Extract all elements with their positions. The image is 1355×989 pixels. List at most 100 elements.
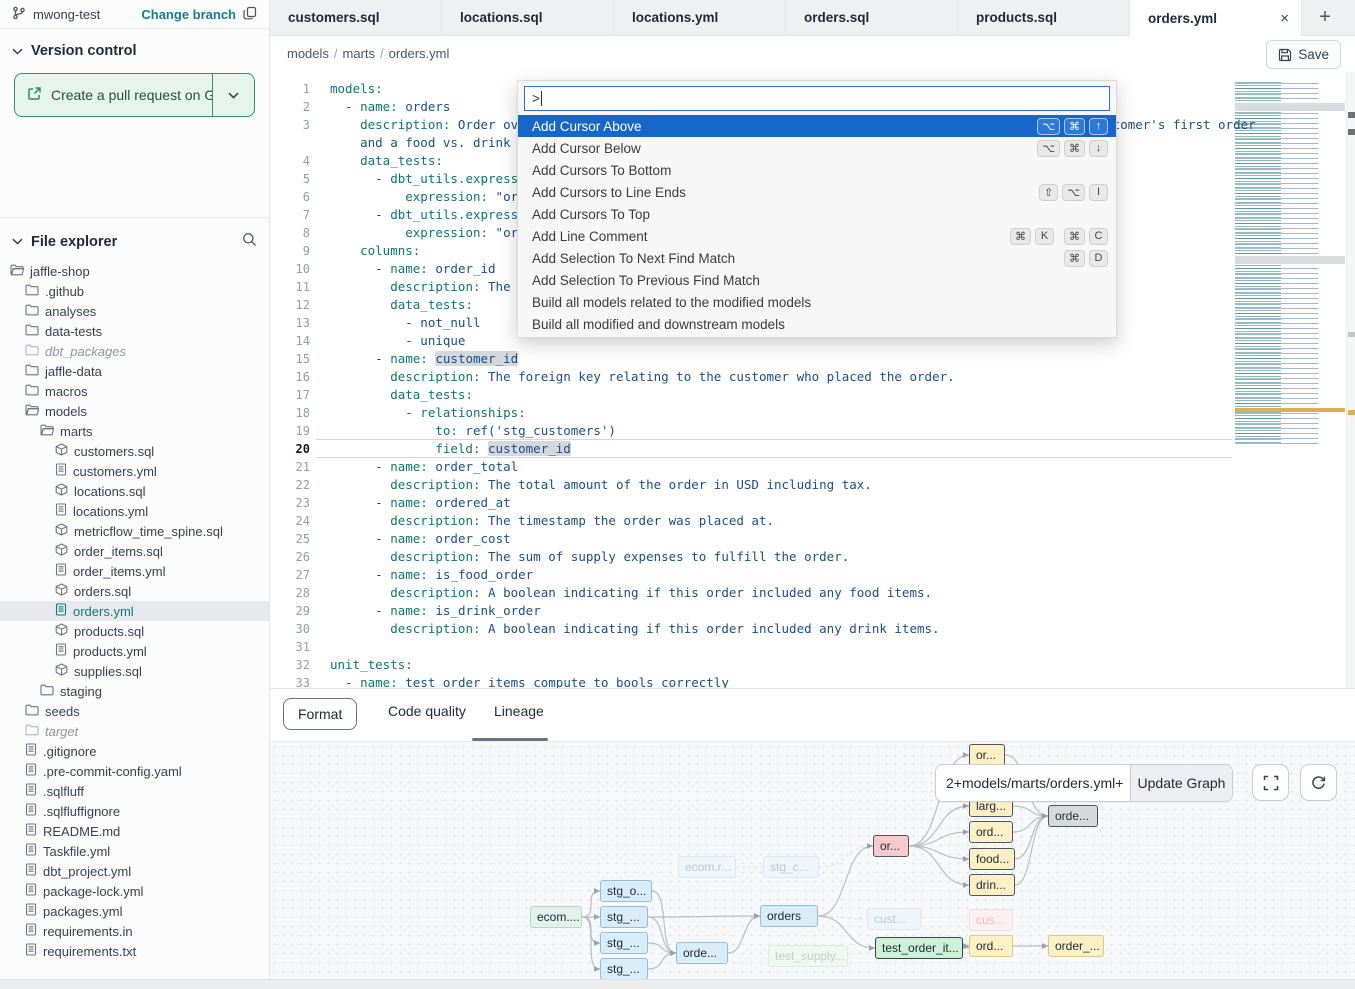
- tree-item-target[interactable]: target: [0, 721, 269, 741]
- palette-item-add-cursor-above[interactable]: Add Cursor Above⌥⌘↑: [518, 115, 1116, 137]
- lineage-canvas[interactable]: ecom....stg_o...stg_...stg_...stg_...ord…: [270, 741, 1355, 980]
- line-number: 33: [270, 674, 310, 688]
- tree-item-metricflow-time-spine-sql[interactable]: metricflow_time_spine.sql: [0, 521, 269, 541]
- tree-item-package-lock-yml[interactable]: package-lock.yml: [0, 881, 269, 901]
- tree-item-seeds[interactable]: seeds: [0, 701, 269, 721]
- change-branch-link[interactable]: Change branch: [141, 7, 236, 22]
- lineage-node-or-[interactable]: or...: [969, 744, 1005, 766]
- minimap[interactable]: [1235, 82, 1345, 444]
- new-tab-button[interactable]: +: [1302, 0, 1348, 35]
- tree-item-macros[interactable]: macros: [0, 381, 269, 401]
- lineage-node-or-[interactable]: or...: [873, 835, 909, 857]
- search-icon[interactable]: [242, 232, 257, 251]
- pr-dropdown-toggle[interactable]: [212, 74, 254, 116]
- tree-item-products-yml[interactable]: products.yml: [0, 641, 269, 661]
- lineage-node-cust-[interactable]: cust...: [867, 908, 921, 930]
- tree-item-data-tests[interactable]: data-tests: [0, 321, 269, 341]
- lineage-node-stg-[interactable]: stg_...: [600, 958, 648, 980]
- tree-item-jaffle-data[interactable]: jaffle-data: [0, 361, 269, 381]
- tab-products-sql[interactable]: products.sql: [958, 0, 1130, 35]
- tab-code-quality[interactable]: Code quality: [388, 703, 466, 719]
- tree-item--github[interactable]: .github: [0, 281, 269, 301]
- tree-item-order-items-sql[interactable]: order_items.sql: [0, 541, 269, 561]
- line-content: - name: is_food_order: [330, 566, 533, 584]
- palette-item-add-cursor-below[interactable]: Add Cursor Below⌥⌘↓: [518, 137, 1116, 159]
- palette-item-add-cursors-to-top[interactable]: Add Cursors To Top: [518, 203, 1116, 225]
- lineage-node-ecom-[interactable]: ecom....: [530, 906, 582, 928]
- lineage-selector-input[interactable]: 2+models/marts/orders.yml+: [936, 765, 1130, 801]
- command-palette-input[interactable]: >: [524, 86, 1110, 111]
- lineage-node-food-[interactable]: food...: [969, 848, 1015, 870]
- file-explorer-header[interactable]: File explorer: [0, 218, 269, 261]
- lineage-node-test-supply-[interactable]: test_supply...: [768, 945, 848, 967]
- horizontal-scrollbar[interactable]: [0, 979, 1355, 989]
- tree-item-packages-yml[interactable]: packages.yml: [0, 901, 269, 921]
- tree-item-orders-sql[interactable]: orders.sql: [0, 581, 269, 601]
- tree-item-supplies-sql[interactable]: supplies.sql: [0, 661, 269, 681]
- lineage-node-drin-[interactable]: drin...: [969, 874, 1015, 896]
- tab-locations-sql[interactable]: locations.sql: [442, 0, 614, 35]
- lineage-node-test-order-it-[interactable]: test_order_it...: [875, 937, 963, 959]
- tree-item--gitignore[interactable]: .gitignore: [0, 741, 269, 761]
- refresh-button[interactable]: [1300, 764, 1337, 801]
- breadcrumb-models[interactable]: models: [287, 46, 329, 61]
- tree-item-requirements-in[interactable]: requirements.in: [0, 921, 269, 941]
- lineage-node-stg-[interactable]: stg_...: [600, 932, 648, 954]
- update-graph-button[interactable]: Update Graph: [1130, 765, 1232, 801]
- palette-item-add-cursors-to-bottom[interactable]: Add Cursors To Bottom: [518, 159, 1116, 181]
- tree-item--sqlfluff[interactable]: .sqlfluff: [0, 781, 269, 801]
- tab-lineage[interactable]: Lineage: [494, 703, 544, 719]
- lineage-node-stg-[interactable]: stg_...: [600, 906, 648, 928]
- tree-item-staging[interactable]: staging: [0, 681, 269, 701]
- tree-item-models[interactable]: models: [0, 401, 269, 421]
- line-number: 30: [270, 620, 310, 638]
- tree-item-customers-sql[interactable]: customers.sql: [0, 441, 269, 461]
- tree-item-dbt-project-yml[interactable]: dbt_project.yml: [0, 861, 269, 881]
- tree-item-marts[interactable]: marts: [0, 421, 269, 441]
- lineage-node-order-[interactable]: order_...: [1048, 935, 1104, 957]
- tree-item-products-sql[interactable]: products.sql: [0, 621, 269, 641]
- palette-item-build-all-modified-and-downstream-models[interactable]: Build all modified and downstream models: [518, 313, 1116, 335]
- tree-item-locations-sql[interactable]: locations.sql: [0, 481, 269, 501]
- lineage-node-stg-c-[interactable]: stg_c...: [763, 856, 819, 878]
- tree-item-jaffle-shop[interactable]: jaffle-shop: [0, 261, 269, 281]
- version-control-header[interactable]: Version control: [0, 29, 269, 69]
- tree-item--sqlfluffignore[interactable]: .sqlfluffignore: [0, 801, 269, 821]
- tab-orders-yml[interactable]: orders.yml×: [1130, 0, 1302, 37]
- tab-customers-sql[interactable]: customers.sql: [270, 0, 442, 35]
- tree-item-readme-md[interactable]: README.md: [0, 821, 269, 841]
- palette-item-add-selection-to-previous-find-match[interactable]: Add Selection To Previous Find Match: [518, 269, 1116, 291]
- palette-item-add-line-comment[interactable]: Add Line Comment⌘K⌘C: [518, 225, 1116, 247]
- tree-item-requirements-txt[interactable]: requirements.txt: [0, 941, 269, 961]
- lineage-node-orde-[interactable]: orde...: [676, 942, 728, 964]
- fullscreen-button[interactable]: [1252, 764, 1289, 801]
- tree-item-analyses[interactable]: analyses: [0, 301, 269, 321]
- lineage-node-stg-o-[interactable]: stg_o...: [600, 880, 652, 902]
- lineage-node-orde-[interactable]: orde...: [1048, 805, 1098, 827]
- tree-item-orders-yml[interactable]: orders.yml: [0, 601, 269, 621]
- tab-orders-sql[interactable]: orders.sql: [786, 0, 958, 35]
- lineage-node-ord-[interactable]: ord...: [969, 821, 1013, 843]
- save-button[interactable]: Save: [1266, 40, 1341, 69]
- copy-icon[interactable]: [243, 6, 257, 23]
- scrollbar[interactable]: [1346, 72, 1355, 688]
- tree-item-dbt-packages[interactable]: dbt_packages: [0, 341, 269, 361]
- tree-item-order-items-yml[interactable]: order_items.yml: [0, 561, 269, 581]
- tree-item-customers-yml[interactable]: customers.yml: [0, 461, 269, 481]
- close-icon[interactable]: ×: [1280, 10, 1289, 27]
- tree-item-locations-yml[interactable]: locations.yml: [0, 501, 269, 521]
- palette-item-add-selection-to-next-find-match[interactable]: Add Selection To Next Find Match⌘D: [518, 247, 1116, 269]
- lineage-node-cus-[interactable]: cus...: [969, 909, 1013, 931]
- format-button[interactable]: Format: [283, 698, 357, 730]
- lineage-node-orders[interactable]: orders: [760, 905, 818, 927]
- breadcrumb-marts[interactable]: marts: [343, 46, 376, 61]
- tree-item-label: metricflow_time_spine.sql: [74, 524, 223, 539]
- palette-item-add-cursors-to-line-ends[interactable]: Add Cursors to Line Ends⇧⌥I: [518, 181, 1116, 203]
- tab-locations-yml[interactable]: locations.yml: [614, 0, 786, 35]
- tree-item--pre-commit-config-yaml[interactable]: .pre-commit-config.yaml: [0, 761, 269, 781]
- create-pr-button[interactable]: Create a pull request on Git...: [14, 73, 255, 117]
- palette-item-build-all-models-related-to-the-modified-models[interactable]: Build all models related to the modified…: [518, 291, 1116, 313]
- lineage-node-ecom-r-[interactable]: ecom.r...: [678, 856, 736, 878]
- tree-item-taskfile-yml[interactable]: Taskfile.yml: [0, 841, 269, 861]
- lineage-node-ord-[interactable]: ord...: [969, 935, 1013, 957]
